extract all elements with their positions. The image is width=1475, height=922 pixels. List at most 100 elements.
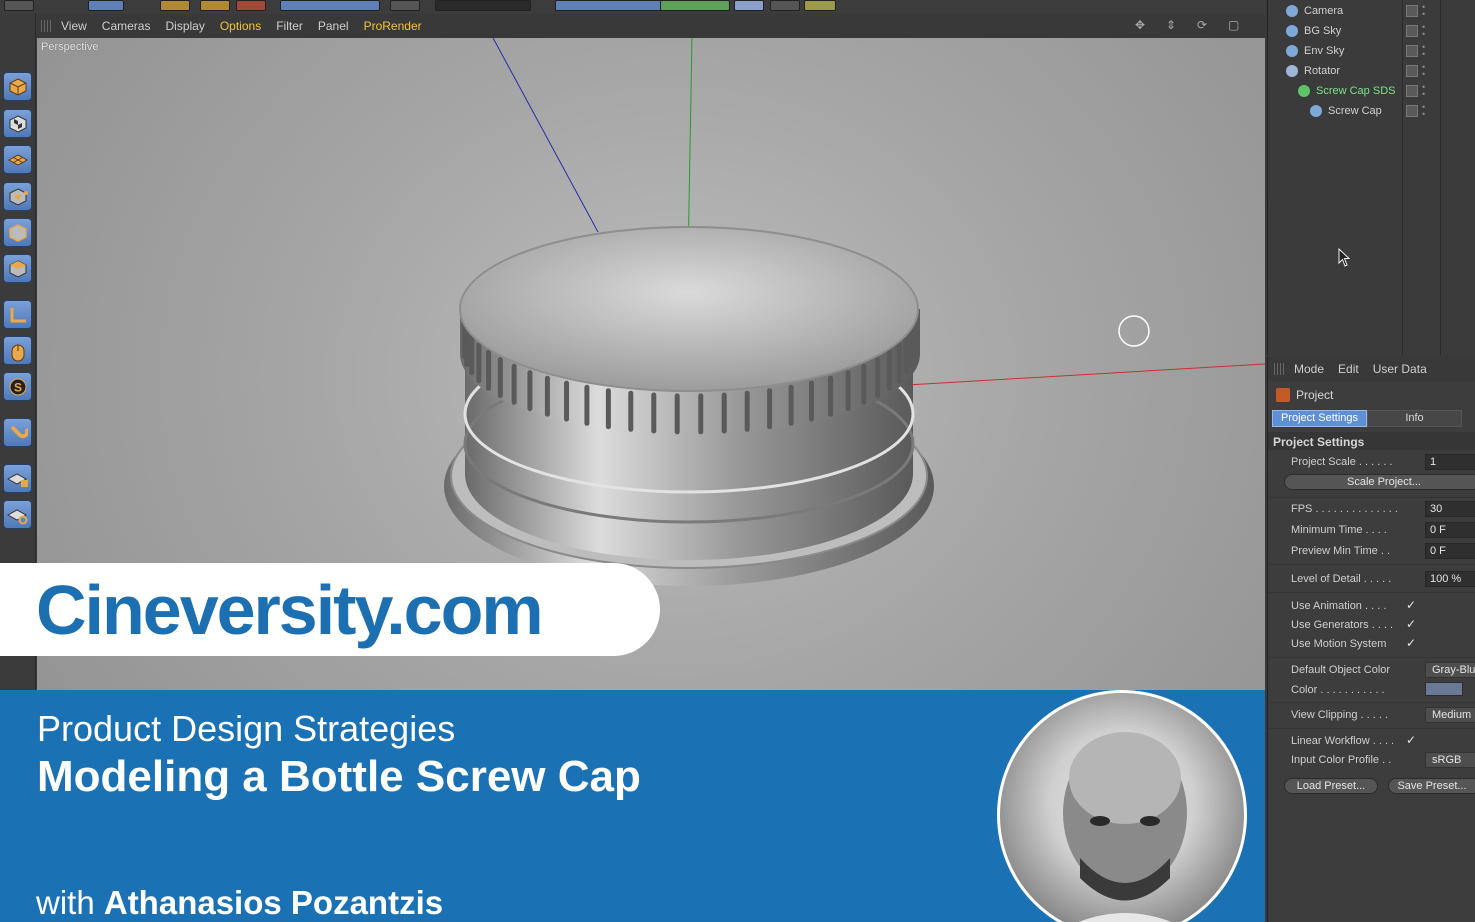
object-name: BG Sky <box>1304 25 1342 37</box>
magnet-icon[interactable] <box>3 418 32 447</box>
object-row[interactable]: Camera • • <box>1268 2 1475 21</box>
grip-icon[interactable] <box>41 20 53 32</box>
grip-icon[interactable] <box>1274 363 1286 375</box>
snap-s-icon[interactable]: S <box>3 372 32 401</box>
cube-mode-icon[interactable] <box>3 72 32 101</box>
visibility-dots-icon[interactable]: • • <box>1422 63 1425 79</box>
view-clipping-dropdown[interactable]: Medium <box>1425 707 1475 723</box>
visibility-dots-icon[interactable]: • • <box>1422 23 1425 39</box>
menu-panel[interactable]: Panel <box>318 19 349 33</box>
object-type-icon <box>1286 45 1298 57</box>
logo-text: Cineversity.com <box>36 570 544 649</box>
object-row[interactable]: Screw Cap SDS • • <box>1268 82 1475 101</box>
layer-icon[interactable] <box>1406 5 1418 17</box>
polygons-mode-icon[interactable] <box>3 254 32 283</box>
zoom-view-icon[interactable]: ⇕ <box>1166 18 1178 32</box>
rotate-view-icon[interactable]: ⟳ <box>1197 18 1209 32</box>
attribute-manager: Mode Edit User Data Project Project Sett… <box>1267 357 1475 922</box>
layer-icon[interactable] <box>1406 45 1418 57</box>
viewport-nav-icons: ✥ ⇕ ⟳ ▢ <box>1135 18 1255 32</box>
menu-cameras[interactable]: Cameras <box>102 19 151 33</box>
use-motion-system-checkbox[interactable]: ✓ <box>1406 636 1416 650</box>
render-buttons[interactable] <box>435 0 531 11</box>
minimum-time-field[interactable]: 0 F <box>1425 522 1475 538</box>
tool-button[interactable] <box>280 0 380 11</box>
object-name: Screw Cap <box>1328 105 1382 117</box>
menu-display[interactable]: Display <box>165 19 204 33</box>
presenter-photo <box>997 690 1247 922</box>
object-row[interactable]: Screw Cap • • <box>1268 102 1475 121</box>
tool-button[interactable] <box>555 0 675 11</box>
tweak-mouse-icon[interactable] <box>3 336 32 365</box>
attribute-menu-bar: Mode Edit User Data <box>1268 357 1475 381</box>
tool-button[interactable] <box>4 0 34 11</box>
project-scale-field[interactable]: 1 <box>1425 454 1475 470</box>
project-icon <box>1276 388 1290 402</box>
use-generators-checkbox[interactable]: ✓ <box>1406 617 1416 631</box>
cineversity-logo: Cineversity.com <box>0 563 660 656</box>
input-color-profile-dropdown[interactable]: sRGB <box>1425 752 1475 768</box>
visibility-dots-icon[interactable]: • • <box>1422 3 1425 19</box>
linear-workflow-checkbox[interactable]: ✓ <box>1406 733 1416 747</box>
layer-icon[interactable] <box>1406 25 1418 37</box>
level-of-detail-field[interactable]: 100 % <box>1425 571 1475 587</box>
tool-button[interactable] <box>160 0 190 11</box>
tool-button[interactable] <box>734 0 764 11</box>
main-toolbar <box>0 0 1265 14</box>
menu-options[interactable]: Options <box>220 19 261 33</box>
visibility-dots-icon[interactable]: • • <box>1422 83 1425 99</box>
menu-mode[interactable]: Mode <box>1294 362 1324 376</box>
tool-button[interactable] <box>770 0 800 11</box>
tool-button[interactable] <box>804 0 836 11</box>
viewport-menu-bar: View Cameras Display Options Filter Pane… <box>37 14 1265 38</box>
menu-edit[interactable]: Edit <box>1338 362 1359 376</box>
tool-button[interactable] <box>88 0 124 11</box>
tab-info[interactable]: Info <box>1367 410 1462 427</box>
menu-filter[interactable]: Filter <box>276 19 303 33</box>
attribute-tabs: Project Settings Info <box>1272 410 1475 427</box>
use-animation-checkbox[interactable]: ✓ <box>1406 598 1416 612</box>
load-preset-button[interactable]: Load Preset... <box>1284 778 1378 794</box>
author-name: Athanasios Pozantzis <box>103 884 444 921</box>
menu-prorender[interactable]: ProRender <box>364 19 422 33</box>
object-row[interactable]: Env Sky • • <box>1268 42 1475 61</box>
workplane-lock-icon[interactable] <box>3 464 32 493</box>
layer-icon[interactable] <box>1406 65 1418 77</box>
tool-button[interactable] <box>236 0 266 11</box>
author-line: with Athanasios Pozantzis <box>36 884 444 921</box>
object-manager: Camera • • BG Sky • • Env Sky • • Rotator • • Sc… <box>1267 0 1475 355</box>
tab-project-settings[interactable]: Project Settings <box>1272 410 1367 427</box>
layer-icon[interactable] <box>1406 85 1418 97</box>
menu-user-data[interactable]: User Data <box>1373 362 1427 376</box>
brush-cursor <box>1118 315 1150 347</box>
visibility-dots-icon[interactable]: • • <box>1422 43 1425 59</box>
visibility-dots-icon[interactable]: • • <box>1422 103 1425 119</box>
default-object-color-dropdown[interactable]: Gray-Blue <box>1425 662 1475 678</box>
preview-min-time-field[interactable]: 0 F <box>1425 543 1475 559</box>
object-name: Env Sky <box>1304 45 1345 57</box>
object-row[interactable]: BG Sky • • <box>1268 22 1475 41</box>
menu-view[interactable]: View <box>61 19 87 33</box>
texture-mode-icon[interactable] <box>3 109 32 138</box>
scale-project-button[interactable]: Scale Project... <box>1284 474 1475 490</box>
save-preset-button[interactable]: Save Preset... <box>1388 778 1475 794</box>
axis-icon[interactable] <box>3 300 32 329</box>
workplane-snap-icon[interactable] <box>3 500 32 529</box>
layer-icon[interactable] <box>1406 105 1418 117</box>
color-swatch[interactable] <box>1425 682 1463 696</box>
fps-field[interactable]: 30 <box>1425 501 1475 517</box>
move-view-icon[interactable]: ✥ <box>1135 18 1147 32</box>
object-name: Rotator <box>1304 65 1341 77</box>
x-axis-line <box>906 363 1265 386</box>
section-header: Project Settings <box>1273 435 1365 449</box>
c4d-window: { "viewport": { "menu": ["View", "Camera… <box>0 0 1475 922</box>
workplane-icon[interactable] <box>3 145 32 174</box>
tool-button[interactable] <box>390 0 420 11</box>
tool-button[interactable] <box>200 0 230 11</box>
attribute-object-title: Project <box>1276 388 1333 402</box>
edges-mode-icon[interactable] <box>3 218 32 247</box>
maximize-view-icon[interactable]: ▢ <box>1228 18 1240 32</box>
points-mode-icon[interactable] <box>3 182 32 211</box>
object-row[interactable]: Rotator • • <box>1268 62 1475 81</box>
tool-button[interactable] <box>660 0 730 11</box>
